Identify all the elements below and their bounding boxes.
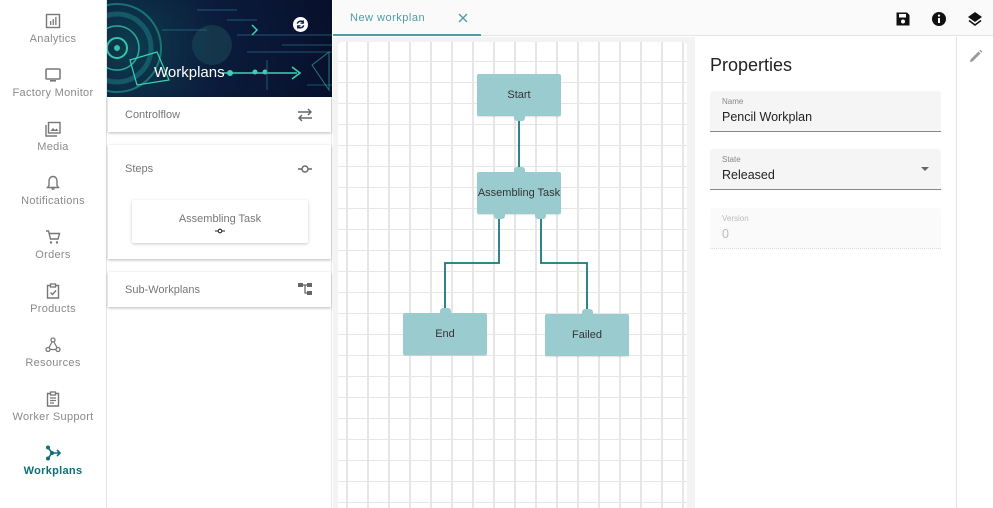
input-port[interactable] — [514, 167, 525, 172]
banner-circuit-art — [107, 3, 332, 93]
step-icon — [215, 228, 225, 234]
output-port[interactable] — [494, 214, 505, 219]
section-title-sub-workplans: Sub-Workplans — [125, 284, 200, 296]
tab-new-workplan[interactable]: New workplan — [333, 0, 481, 36]
nav-item-workplans[interactable]: Workplans — [0, 444, 106, 498]
name-field-value[interactable]: Pencil Workplan — [722, 110, 812, 124]
step-icon — [298, 165, 312, 173]
close-icon[interactable] — [457, 12, 469, 24]
layers-icon[interactable] — [967, 11, 983, 27]
edge-task-to-end — [444, 216, 500, 312]
refresh-button[interactable] — [293, 17, 308, 32]
step-card-label: Assembling Task — [178, 213, 262, 225]
nav-label: Worker Support — [12, 411, 94, 423]
main-navigation: Analytics Factory Monitor Media Notifica… — [0, 0, 107, 508]
node-label: End — [435, 328, 455, 340]
node-end[interactable]: End — [403, 308, 487, 355]
output-port[interactable] — [514, 116, 525, 121]
nav-item-resources[interactable]: Resources — [0, 336, 106, 390]
hierarchy-icon — [298, 283, 312, 295]
name-field-label: Name — [722, 97, 744, 106]
dropdown-arrow-icon[interactable] — [921, 167, 929, 171]
banner-title: Workplans — [154, 64, 225, 81]
cart-icon — [46, 230, 61, 244]
step-card-assembling-task[interactable]: Assembling Task — [132, 200, 308, 243]
clipboard-text-icon — [46, 391, 60, 407]
swap-icon — [298, 108, 312, 122]
analytics-icon — [45, 13, 61, 29]
nav-label: Notifications — [21, 195, 85, 207]
editor-tab-bar: New workplan — [333, 0, 993, 36]
workplans-icon — [46, 445, 62, 461]
refresh-icon — [296, 20, 305, 29]
section-title-steps: Steps — [125, 163, 154, 175]
library-panel: Workplans Controlflow Steps Assembling T… — [107, 0, 332, 508]
right-side-rail — [956, 37, 993, 508]
state-select[interactable]: State Released — [710, 149, 941, 190]
nav-item-media[interactable]: Media — [0, 120, 106, 174]
steps-section: Steps Assembling Task — [108, 145, 331, 259]
version-field: Version 0 — [710, 208, 941, 249]
save-icon[interactable] — [895, 11, 911, 27]
nav-item-products[interactable]: Products — [0, 282, 106, 336]
bell-icon — [46, 175, 60, 190]
output-port[interactable] — [535, 214, 546, 219]
pencil-icon[interactable] — [968, 49, 983, 64]
node-label: Assembling Task — [477, 187, 561, 199]
monitor-icon — [45, 68, 61, 82]
clipboard-check-icon — [46, 283, 60, 299]
node-assembling-task[interactable]: Assembling Task — [477, 167, 561, 219]
media-icon — [45, 121, 61, 137]
controlflow-section[interactable]: Controlflow — [108, 97, 331, 132]
node-start[interactable]: Start — [477, 74, 561, 121]
nav-label: Media — [37, 141, 69, 153]
tab-label: New workplan — [350, 12, 426, 24]
nav-item-orders[interactable]: Orders — [0, 228, 106, 282]
nav-item-analytics[interactable]: Analytics — [0, 12, 106, 66]
state-field-value[interactable]: Released — [722, 168, 775, 182]
resources-icon — [45, 337, 61, 353]
nav-item-factory-monitor[interactable]: Factory Monitor — [0, 66, 106, 120]
properties-panel: Properties Name Pencil Workplan State Re… — [695, 37, 957, 508]
name-field[interactable]: Name Pencil Workplan — [710, 91, 941, 132]
nav-label: Orders — [35, 249, 71, 261]
section-title-controlflow: Controlflow — [125, 109, 181, 121]
version-field-label: Version — [722, 214, 749, 223]
nav-label: Products — [30, 303, 76, 315]
workplan-canvas[interactable]: Start Assembling Task End Failed — [338, 42, 687, 508]
input-port[interactable] — [582, 309, 593, 314]
nav-label: Analytics — [29, 33, 77, 45]
nav-label: Workplans — [23, 465, 83, 477]
workplans-banner: Workplans — [107, 0, 332, 97]
version-field-value: 0 — [722, 227, 729, 241]
nav-label: Factory Monitor — [12, 87, 94, 99]
sub-workplans-section[interactable]: Sub-Workplans — [108, 272, 331, 307]
node-label: Failed — [572, 329, 602, 341]
properties-title: Properties — [710, 55, 793, 75]
node-failed[interactable]: Failed — [545, 309, 629, 356]
input-port[interactable] — [440, 308, 451, 313]
info-icon[interactable] — [931, 11, 947, 27]
nav-item-worker-support[interactable]: Worker Support — [0, 390, 106, 444]
nav-item-notifications[interactable]: Notifications — [0, 174, 106, 228]
node-label: Start — [507, 89, 531, 101]
nav-label: Resources — [25, 357, 81, 369]
edge-task-to-failed — [540, 216, 588, 312]
app-root: Analytics Factory Monitor Media Notifica… — [0, 0, 993, 508]
state-field-label: State — [722, 155, 741, 164]
workplan-canvas-container: Start Assembling Task End Failed — [333, 37, 695, 508]
